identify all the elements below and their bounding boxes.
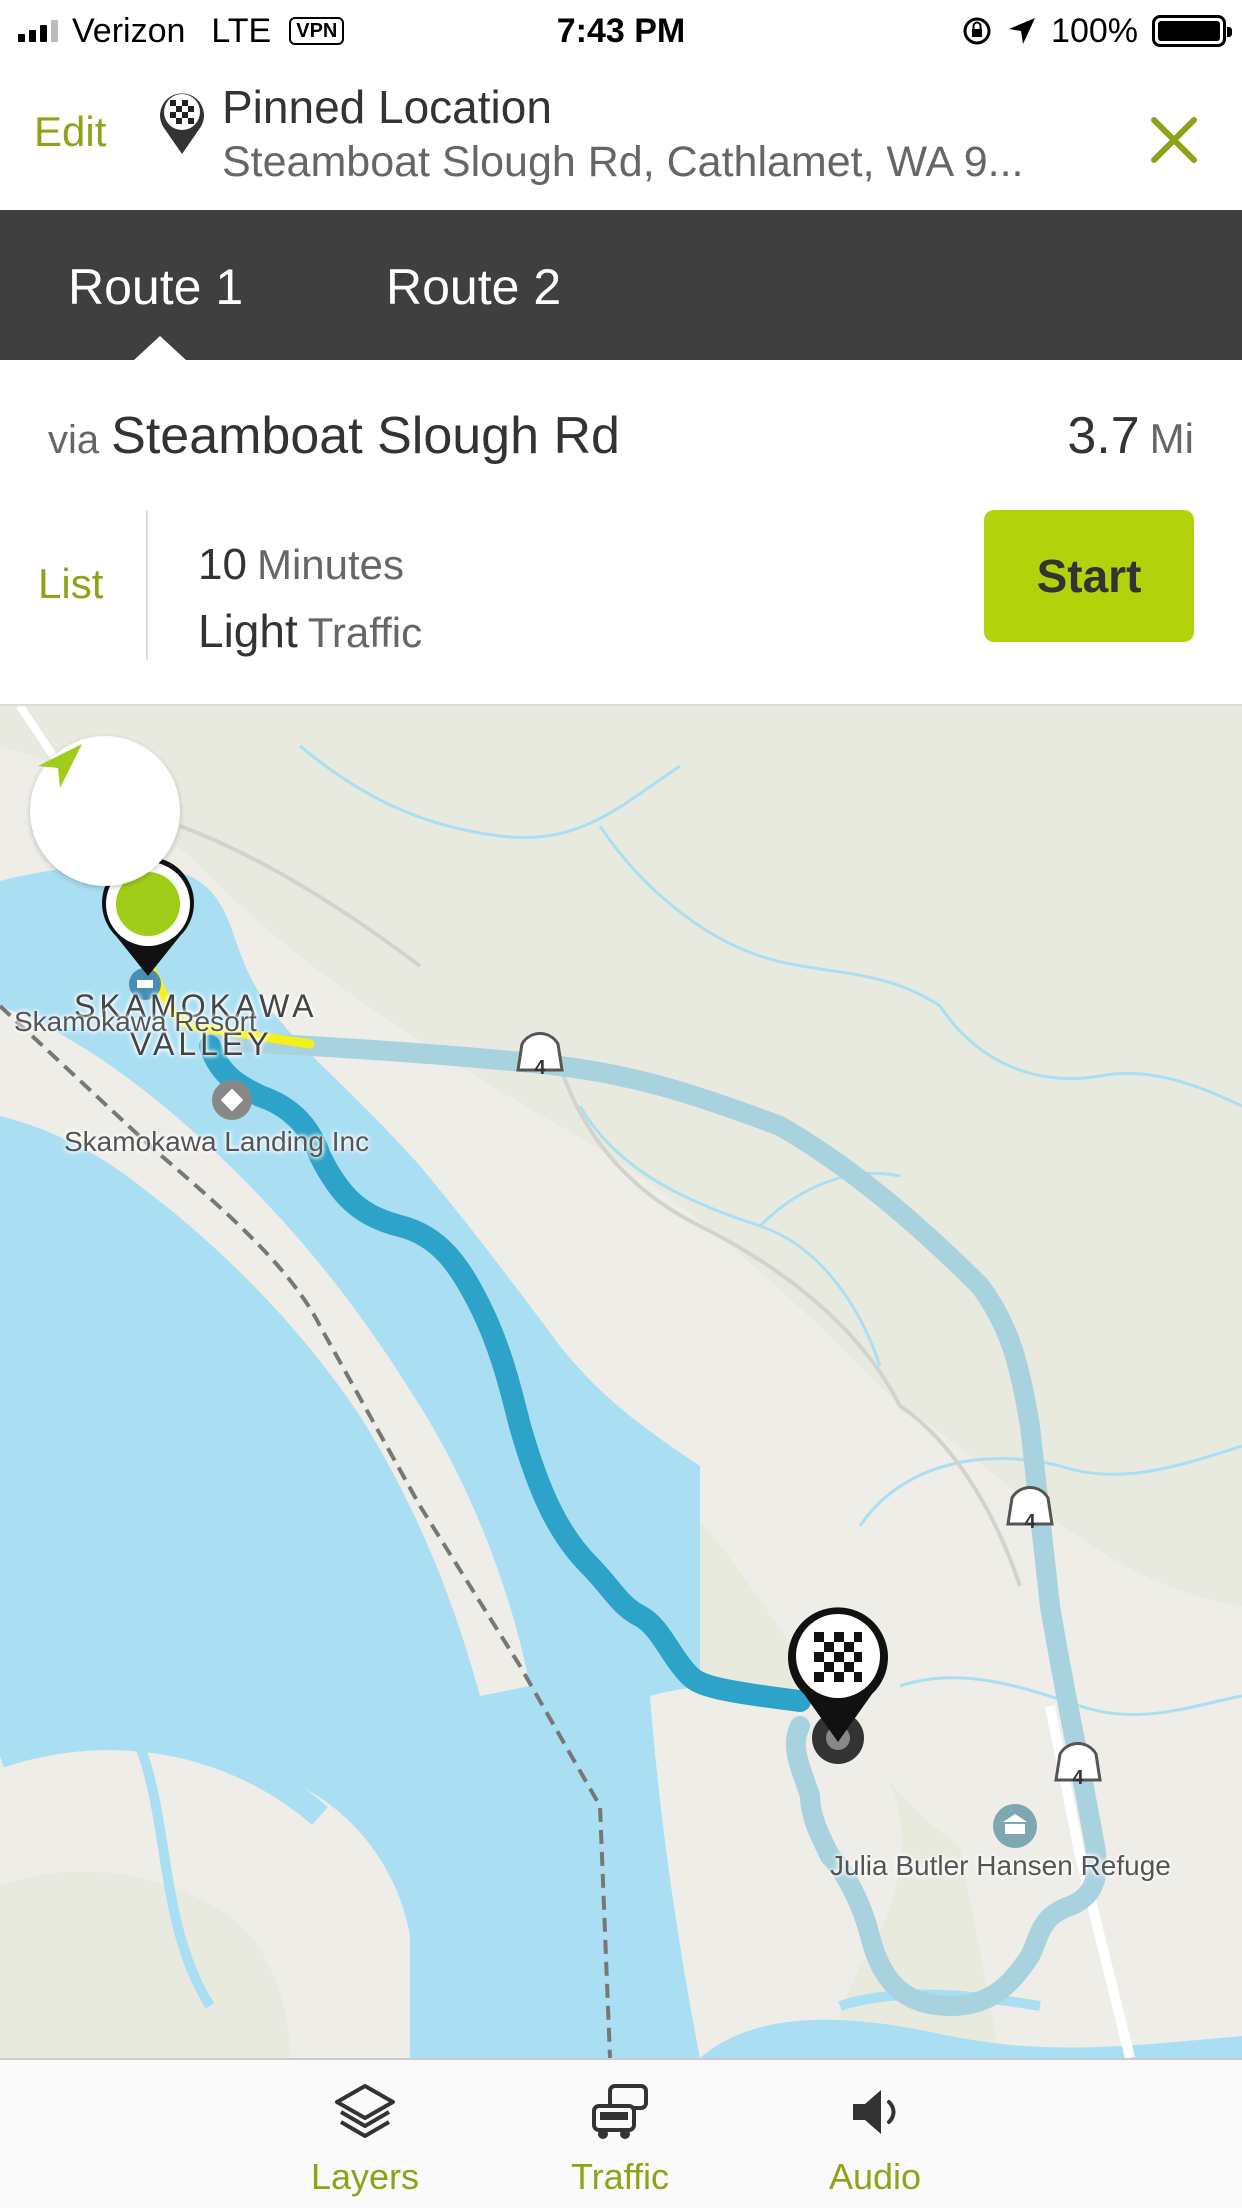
traffic-label: Traffic	[570, 2156, 669, 2197]
destination-address: Steamboat Slough Rd, Cathlamet, WA 9...	[222, 138, 1024, 186]
route-traffic: Light Traffic	[198, 604, 422, 658]
route-distance: 3.7 Mi	[1067, 406, 1194, 466]
traffic-button[interactable]: Traffic	[520, 2072, 720, 2198]
battery-icon	[1152, 15, 1232, 47]
battery-percent: 100%	[1051, 11, 1138, 50]
active-tab-indicator	[134, 336, 186, 360]
route-tabs: Route 1 Route 2	[0, 210, 1242, 360]
map-label-resort: Skamokawa Resort	[14, 1006, 257, 1037]
route-via: via Steamboat Slough Rd	[48, 406, 620, 466]
destination-title: Pinned Location	[222, 81, 552, 133]
location-arrow-icon	[1009, 18, 1036, 44]
traffic-label: Traffic	[307, 609, 423, 656]
traffic-value: Light	[198, 605, 298, 657]
audio-label: Audio	[828, 2156, 922, 2197]
tab-route-1[interactable]: Route 1	[68, 258, 243, 316]
audio-button[interactable]: Audio	[775, 2072, 975, 2198]
edit-button[interactable]: Edit	[34, 108, 106, 156]
poi-museum-icon	[993, 1804, 1037, 1848]
tab-route-2[interactable]: Route 2	[386, 258, 561, 316]
bottom-toolbar: Layers Traffic Audio	[0, 2058, 1242, 2208]
divider	[146, 510, 148, 660]
route-summary: via Steamboat Slough Rd 3.7 Mi List 10 Minu…	[0, 360, 1242, 706]
distance-value: 3.7	[1067, 407, 1140, 465]
shield-number: 4	[1072, 1767, 1084, 1789]
layers-button[interactable]: Layers	[265, 2072, 465, 2198]
navigation-arrow-icon	[38, 744, 82, 788]
layers-label: Layers	[310, 2156, 420, 2197]
poi-diamond-icon	[212, 1080, 252, 1120]
rotation-lock-icon	[963, 17, 991, 45]
recenter-button[interactable]	[30, 736, 180, 886]
checkered-flag-pin-icon	[160, 93, 204, 154]
layers-icon	[335, 2084, 395, 2138]
shield-number: 4	[1024, 1511, 1036, 1533]
list-button[interactable]: List	[38, 560, 103, 608]
status-right: 100%	[961, 10, 1232, 52]
map-view[interactable]: 4 4 4 SKAMOKAWA VALLEY Skamokawa Resort …	[0, 706, 1242, 2058]
destination-header: Edit Pinned Location Steamboat Slough Rd…	[0, 62, 1242, 210]
traffic-icon	[592, 2084, 648, 2139]
map-label-landing: Skamokawa Landing Inc	[64, 1126, 370, 1157]
via-prefix: via	[48, 418, 100, 462]
route-duration: 10 Minutes	[198, 540, 404, 590]
status-bar: Verizon LTE VPN 7:43 PM 100%	[0, 0, 1242, 62]
start-button[interactable]: Start	[984, 510, 1194, 642]
speaker-icon	[853, 2090, 896, 2134]
duration-unit: Minutes	[256, 541, 405, 588]
map-label-refuge: Julia Butler Hansen Refuge	[830, 1850, 1171, 1881]
distance-unit: Mi	[1149, 415, 1194, 462]
shield-number: 4	[534, 1057, 546, 1079]
via-road: Steamboat Slough Rd	[111, 407, 620, 465]
duration-value: 10	[198, 540, 247, 589]
close-icon[interactable]	[1148, 114, 1200, 166]
